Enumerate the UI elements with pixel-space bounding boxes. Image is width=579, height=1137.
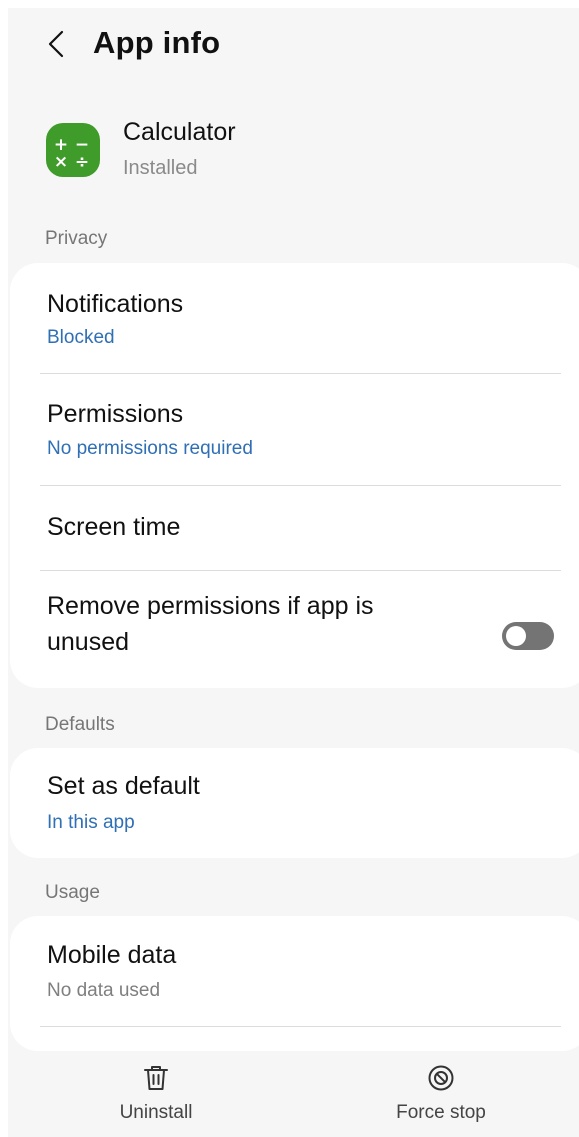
remove-permissions-line1: Remove permissions if app is bbox=[47, 592, 374, 620]
back-button[interactable] bbox=[42, 28, 70, 60]
chevron-left-icon bbox=[48, 30, 64, 58]
mobile-data-status: No data used bbox=[47, 980, 161, 1001]
app-status: Installed bbox=[123, 157, 198, 179]
screen-time-row[interactable]: Screen time bbox=[10, 486, 579, 570]
header: App info bbox=[8, 8, 579, 80]
notifications-title: Notifications bbox=[47, 290, 184, 318]
remove-permissions-row[interactable]: Remove permissions if app is unused bbox=[10, 571, 579, 688]
set-as-default-title: Set as default bbox=[47, 772, 200, 800]
uninstall-label: Uninstall bbox=[119, 1102, 193, 1123]
set-as-default-row[interactable]: Set as default In this app bbox=[10, 748, 579, 858]
app-summary: + − × ÷ Calculator Installed bbox=[8, 108, 579, 198]
mobile-data-title: Mobile data bbox=[47, 941, 177, 969]
divider bbox=[40, 1026, 561, 1027]
section-label-privacy: Privacy bbox=[45, 228, 108, 249]
remove-permissions-line2: unused bbox=[47, 628, 130, 656]
remove-permissions-title: Remove permissions if app is unused bbox=[47, 588, 374, 660]
bottom-action-bar: Uninstall Force stop bbox=[8, 1054, 579, 1137]
defaults-card: Set as default In this app bbox=[10, 748, 579, 858]
toggle-knob bbox=[506, 626, 526, 646]
times-symbol: × bbox=[54, 152, 68, 172]
screen-time-title: Screen time bbox=[47, 513, 181, 541]
trash-icon bbox=[144, 1066, 168, 1090]
section-label-usage: Usage bbox=[45, 882, 100, 903]
stop-circle-icon bbox=[428, 1065, 454, 1091]
force-stop-label: Force stop bbox=[396, 1102, 486, 1123]
notifications-row[interactable]: Notifications Blocked bbox=[10, 263, 579, 373]
force-stop-button[interactable]: Force stop bbox=[371, 1064, 511, 1134]
section-label-defaults: Defaults bbox=[45, 714, 115, 735]
uninstall-button[interactable]: Uninstall bbox=[86, 1064, 226, 1134]
permissions-title: Permissions bbox=[47, 400, 184, 428]
remove-permissions-toggle[interactable] bbox=[502, 622, 554, 650]
divide-symbol: ÷ bbox=[75, 152, 89, 172]
app-info-screen: App info + − × ÷ Calculator Installed Pr… bbox=[8, 8, 579, 1137]
permissions-status: No permissions required bbox=[47, 438, 253, 459]
privacy-card: Notifications Blocked Permissions No per… bbox=[10, 263, 579, 688]
calculator-app-icon: + − × ÷ bbox=[46, 123, 100, 177]
permissions-row[interactable]: Permissions No permissions required bbox=[10, 374, 579, 485]
notifications-status: Blocked bbox=[47, 327, 115, 348]
usage-card: Mobile data No data used bbox=[10, 916, 579, 1051]
set-as-default-status: In this app bbox=[47, 812, 135, 833]
page-title: App info bbox=[93, 25, 221, 60]
mobile-data-row[interactable]: Mobile data No data used bbox=[10, 916, 579, 1026]
app-name: Calculator bbox=[123, 118, 236, 146]
